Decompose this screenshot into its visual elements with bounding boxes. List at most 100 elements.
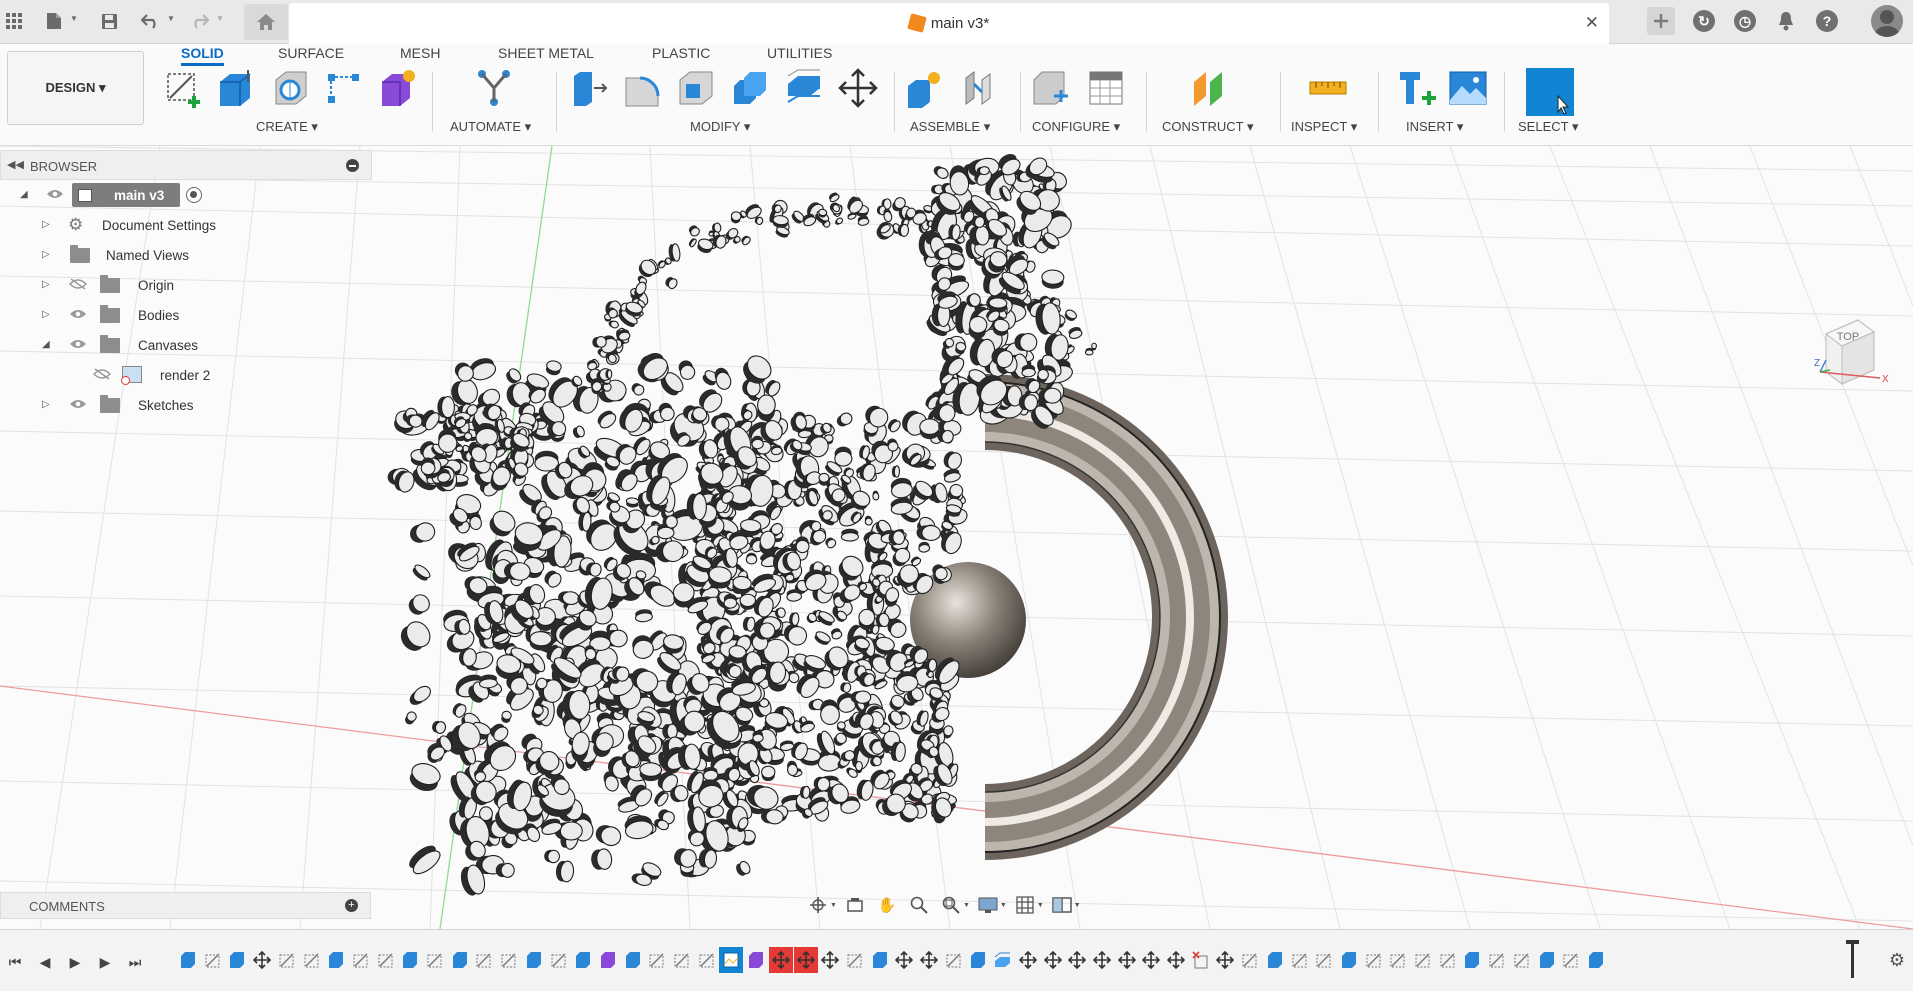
- display-settings-icon[interactable]: [974, 893, 1002, 917]
- timeline-feature-sketch[interactable]: [472, 947, 496, 973]
- tab-surface[interactable]: SURFACE: [278, 44, 344, 66]
- create-sketch-icon[interactable]: [164, 68, 204, 108]
- activate-component-radio[interactable]: [186, 187, 202, 203]
- timeline-feature-sketch[interactable]: [275, 947, 299, 973]
- timeline-feature-extrude[interactable]: [966, 947, 990, 973]
- timeline-feature-sketch[interactable]: [423, 947, 447, 973]
- automate-menu[interactable]: AUTOMATE ▾: [450, 119, 531, 135]
- redo-icon[interactable]: [186, 8, 212, 34]
- insert-mcmaster-icon[interactable]: [1396, 68, 1436, 108]
- view-cube[interactable]: TOP X Z: [1812, 314, 1890, 394]
- timeline-feature-move[interactable]: [1041, 947, 1065, 973]
- insert-menu[interactable]: INSERT ▾: [1406, 119, 1463, 135]
- timeline-feature-sketch[interactable]: [201, 947, 225, 973]
- browser-minimize-icon[interactable]: [346, 159, 359, 172]
- undo-icon[interactable]: [138, 8, 164, 34]
- timeline-feature-move[interactable]: [1115, 947, 1139, 973]
- browser-item-named-views[interactable]: ▷ Named Views: [0, 240, 372, 270]
- timeline-feature-sketch[interactable]: [1362, 947, 1386, 973]
- timeline-feature-extrude[interactable]: [324, 947, 348, 973]
- timeline-feature-move[interactable]: [1016, 947, 1040, 973]
- timeline-feature-extrude[interactable]: [522, 947, 546, 973]
- create-form-icon[interactable]: [376, 68, 416, 108]
- timeline-feature-sketch[interactable]: [1386, 947, 1410, 973]
- timeline-feature-sketch[interactable]: [1436, 947, 1460, 973]
- timeline-feature-sketch[interactable]: [1510, 947, 1534, 973]
- timeline-feature-sketch[interactable]: [1288, 947, 1312, 973]
- tab-plastic[interactable]: PLASTIC: [652, 44, 710, 66]
- user-avatar[interactable]: [1871, 5, 1903, 37]
- go-to-end-icon[interactable]: ⏭: [124, 952, 146, 972]
- tab-solid[interactable]: SOLID: [181, 44, 224, 66]
- step-back-icon[interactable]: ◀: [34, 952, 56, 972]
- browser-root-row[interactable]: ◢ main v3: [0, 180, 372, 210]
- comments-panel[interactable]: COMMENTS +: [0, 892, 371, 919]
- visibility-eye-icon[interactable]: [46, 188, 64, 200]
- timeline-feature-extrude[interactable]: [448, 947, 472, 973]
- timeline-feature-split[interactable]: [1189, 947, 1213, 973]
- timeline-feature-move-error[interactable]: [768, 947, 793, 973]
- timeline-feature-form[interactable]: [744, 947, 768, 973]
- expand-icon[interactable]: ▷: [42, 279, 50, 290]
- document-tab[interactable]: main v3* ✕: [289, 3, 1609, 44]
- go-to-start-icon[interactable]: ⏮: [4, 952, 26, 972]
- timeline-feature-move[interactable]: [892, 947, 916, 973]
- add-comment-icon[interactable]: +: [345, 899, 358, 912]
- browser-item-render-2[interactable]: render 2: [0, 360, 372, 390]
- browser-item-origin[interactable]: ▷ Origin: [0, 270, 372, 300]
- undo-history-caret-icon[interactable]: ▼: [167, 14, 175, 23]
- timeline-feature-move[interactable]: [250, 947, 274, 973]
- display-caret-icon[interactable]: ▼: [1000, 902, 1007, 909]
- offset-plane-icon[interactable]: [1190, 68, 1230, 108]
- close-tab-icon[interactable]: ✕: [1585, 13, 1599, 33]
- extrude-icon[interactable]: [216, 68, 256, 108]
- timeline-feature-extrude[interactable]: [1460, 947, 1484, 973]
- tab-mesh[interactable]: MESH: [400, 44, 440, 66]
- tab-sheet-metal[interactable]: SHEET METAL: [498, 44, 594, 66]
- browser-item-document-settings[interactable]: ▷ ⚙ Document Settings: [0, 210, 372, 240]
- timeline-feature-extrude[interactable]: [1337, 947, 1361, 973]
- timeline-feature-move[interactable]: [1090, 947, 1114, 973]
- expand-icon[interactable]: ▷: [42, 219, 50, 230]
- timeline-feature-extrude[interactable]: [868, 947, 892, 973]
- timeline-feature-sketch[interactable]: [645, 947, 669, 973]
- timeline-feature-sketch[interactable]: [497, 947, 521, 973]
- timeline-feature-extrude[interactable]: [1535, 947, 1559, 973]
- timeline-feature-sketch[interactable]: [374, 947, 398, 973]
- timeline-feature-sketch[interactable]: [942, 947, 966, 973]
- timeline-feature-move[interactable]: [917, 947, 941, 973]
- modify-menu[interactable]: MODIFY ▾: [690, 119, 750, 135]
- pan-hand-icon[interactable]: ✋: [873, 893, 901, 917]
- timeline-feature-extrude[interactable]: [571, 947, 595, 973]
- joint-icon[interactable]: [960, 68, 1000, 108]
- combine-icon[interactable]: [730, 68, 770, 108]
- timeline-feature-move[interactable]: [818, 947, 842, 973]
- timeline-feature-sketch[interactable]: [300, 947, 324, 973]
- configure-menu[interactable]: CONFIGURE ▾: [1032, 119, 1120, 135]
- zoom-icon[interactable]: [905, 893, 933, 917]
- browser-item-canvases[interactable]: ◢ Canvases: [0, 330, 372, 360]
- file-icon[interactable]: [41, 8, 67, 34]
- timeline-feature-extrude[interactable]: [1263, 947, 1287, 973]
- tab-utilities[interactable]: UTILITIES: [767, 44, 832, 66]
- select-menu[interactable]: SELECT ▾: [1518, 119, 1578, 135]
- timeline-feature-sketch[interactable]: [1485, 947, 1509, 973]
- timeline-marker[interactable]: [1846, 940, 1859, 978]
- zoom-window-icon[interactable]: [937, 893, 965, 917]
- configure-parameters-icon[interactable]: [1030, 68, 1070, 108]
- new-component-icon[interactable]: [904, 68, 944, 108]
- collapse-icon[interactable]: ◢: [42, 339, 50, 350]
- grid-caret-icon[interactable]: ▼: [1037, 902, 1044, 909]
- timeline-feature-sketch[interactable]: [1238, 947, 1262, 973]
- timeline-feature-extrude[interactable]: [1584, 947, 1608, 973]
- timeline-feature-move[interactable]: [1213, 947, 1237, 973]
- grid-settings-icon[interactable]: [1011, 893, 1039, 917]
- expand-icon[interactable]: ▷: [42, 309, 50, 320]
- timeline-feature-pattern[interactable]: [991, 947, 1015, 973]
- timeline-feature-form[interactable]: [596, 947, 620, 973]
- press-pull-icon[interactable]: [568, 68, 608, 108]
- notifications-bell-icon[interactable]: [1772, 7, 1800, 35]
- collapse-browser-icon[interactable]: ◀◀: [7, 158, 24, 171]
- orbit-icon[interactable]: [804, 893, 832, 917]
- offset-faces-icon[interactable]: [784, 68, 824, 108]
